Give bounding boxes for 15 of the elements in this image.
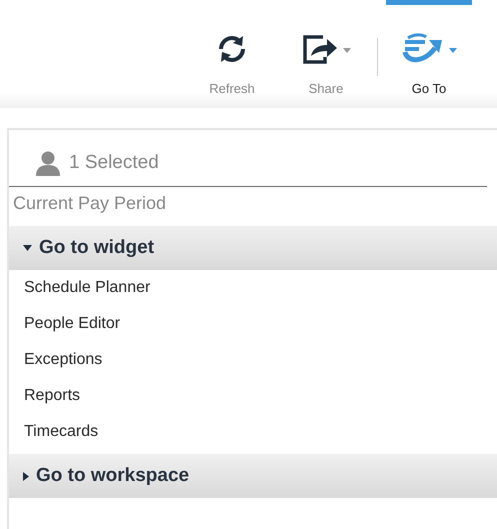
menu-item[interactable]: Reports [9,378,497,414]
toolbar-button[interactable]: Refresh [189,0,275,108]
pay-period-label: Current Pay Period [12,192,168,215]
caret-down-icon [23,245,32,251]
menu-item[interactable]: People Editor [9,306,497,342]
toolbar-button[interactable]: Share [283,0,369,108]
selection-count: 1 Selected [69,152,159,174]
section-header[interactable]: Go to workspace [9,454,497,498]
toolbar-button[interactable]: Go To [386,0,472,108]
caret-right-icon [23,472,29,480]
section-header[interactable]: Go to widget [9,226,497,270]
menu-item[interactable]: Timecards [9,414,497,450]
menu-item[interactable]: Schedule Planner [9,270,497,306]
menu-item[interactable]: Exceptions [9,342,497,378]
person-icon [35,150,61,176]
